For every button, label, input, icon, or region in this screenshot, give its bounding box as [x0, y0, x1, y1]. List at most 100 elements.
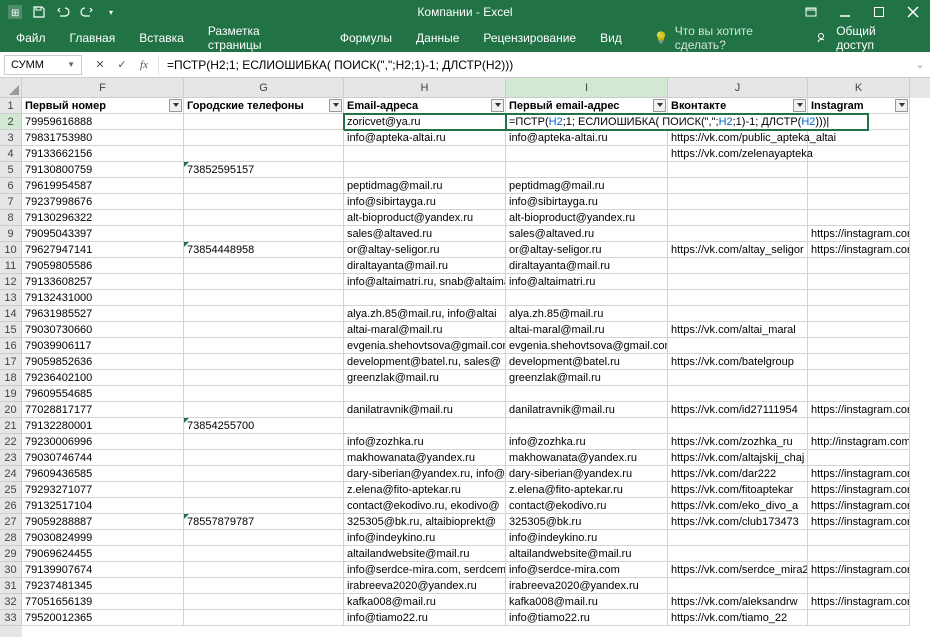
cell-G6[interactable]	[184, 178, 344, 194]
cell-F13[interactable]: 79132431000	[22, 290, 184, 306]
cell-J30[interactable]: https://vk.com/serdce_mira22	[668, 562, 808, 578]
row-header-2[interactable]: 2	[0, 114, 22, 130]
cell-K18[interactable]	[808, 370, 910, 386]
cell-G13[interactable]	[184, 290, 344, 306]
cell-H3[interactable]: info@apteka-altai.ru	[344, 130, 506, 146]
column-header-H[interactable]: H	[344, 78, 506, 98]
cell-F30[interactable]: 79139907674	[22, 562, 184, 578]
cell-I14[interactable]: alya.zh.85@mail.ru	[506, 306, 668, 322]
cell-J18[interactable]	[668, 370, 808, 386]
cell-H27[interactable]: 325305@bk.ru, altaibioprekt@	[344, 514, 506, 530]
cell-K21[interactable]	[808, 418, 910, 434]
header-cell-H[interactable]: Email-адреса	[344, 98, 506, 114]
cell-H9[interactable]: sales@altaved.ru	[344, 226, 506, 242]
cell-J17[interactable]: https://vk.com/batelgroup	[668, 354, 808, 370]
cell-G30[interactable]	[184, 562, 344, 578]
maximize-button[interactable]	[862, 0, 896, 24]
cell-H13[interactable]	[344, 290, 506, 306]
column-header-F[interactable]: F	[22, 78, 184, 98]
cell-G16[interactable]	[184, 338, 344, 354]
cell-H18[interactable]: greenzlak@mail.ru	[344, 370, 506, 386]
row-header-10[interactable]: 10	[0, 242, 22, 258]
cell-I28[interactable]: info@indeykino.ru	[506, 530, 668, 546]
cell-I16[interactable]: evgenia.shehovtsova@gmail.com	[506, 338, 668, 354]
minimize-button[interactable]	[828, 0, 862, 24]
cell-F19[interactable]: 79609554685	[22, 386, 184, 402]
cell-G25[interactable]	[184, 482, 344, 498]
cell-I17[interactable]: development@batel.ru	[506, 354, 668, 370]
cell-K31[interactable]	[808, 578, 910, 594]
cell-J27[interactable]: https://vk.com/club173473	[668, 514, 808, 530]
cell-G8[interactable]	[184, 210, 344, 226]
cell-I8[interactable]: alt-bioproduct@yandex.ru	[506, 210, 668, 226]
cell-J33[interactable]: https://vk.com/tiamo_22	[668, 610, 808, 626]
cell-J26[interactable]: https://vk.com/eko_divo_a	[668, 498, 808, 514]
row-header-23[interactable]: 23	[0, 450, 22, 466]
cell-H15[interactable]: altai-maral@mail.ru	[344, 322, 506, 338]
row-header-26[interactable]: 26	[0, 498, 22, 514]
filter-dropdown-icon[interactable]	[491, 99, 504, 112]
cell-G33[interactable]	[184, 610, 344, 626]
row-header-21[interactable]: 21	[0, 418, 22, 434]
cell-K29[interactable]	[808, 546, 910, 562]
cell-J19[interactable]	[668, 386, 808, 402]
cell-G9[interactable]	[184, 226, 344, 242]
cell-K16[interactable]	[808, 338, 910, 354]
cell-I22[interactable]: info@zozhka.ru	[506, 434, 668, 450]
cell-H24[interactable]: dary-siberian@yandex.ru, info@	[344, 466, 506, 482]
filter-dropdown-icon[interactable]	[653, 99, 666, 112]
cell-I19[interactable]	[506, 386, 668, 402]
cell-G11[interactable]	[184, 258, 344, 274]
cell-K22[interactable]: http://instagram.com	[808, 434, 910, 450]
cell-I3[interactable]: info@apteka-altai.ru	[506, 130, 668, 146]
cell-H32[interactable]: kafka008@mail.ru	[344, 594, 506, 610]
cell-I27[interactable]: 325305@bk.ru	[506, 514, 668, 530]
cell-H16[interactable]: evgenia.shehovtsova@gmail.com	[344, 338, 506, 354]
undo-icon[interactable]	[52, 1, 74, 23]
row-header-12[interactable]: 12	[0, 274, 22, 290]
cell-H23[interactable]: makhowanata@yandex.ru	[344, 450, 506, 466]
column-header-I[interactable]: I	[506, 78, 668, 98]
cell-I29[interactable]: altailandwebsite@mail.ru	[506, 546, 668, 562]
cell-F11[interactable]: 79059805586	[22, 258, 184, 274]
cell-G5[interactable]: 73852595157	[184, 162, 344, 178]
cell-G14[interactable]	[184, 306, 344, 322]
cell-J32[interactable]: https://vk.com/aleksandrw	[668, 594, 808, 610]
cell-I30[interactable]: info@serdce-mira.com	[506, 562, 668, 578]
header-cell-J[interactable]: Вконтакте	[668, 98, 808, 114]
cell-F6[interactable]: 79619954587	[22, 178, 184, 194]
cell-H28[interactable]: info@indeykino.ru	[344, 530, 506, 546]
row-header-4[interactable]: 4	[0, 146, 22, 162]
cell-G2[interactable]	[184, 114, 344, 130]
cell-J5[interactable]	[668, 162, 808, 178]
cell-F2[interactable]: 79959616888	[22, 114, 184, 130]
cell-F18[interactable]: 79236402100	[22, 370, 184, 386]
ribbon-display-icon[interactable]	[794, 0, 828, 24]
grid[interactable]: Первый номерГородские телефоныEmail-адре…	[22, 98, 930, 626]
tab-layout[interactable]: Разметка страницы	[196, 18, 328, 58]
row-header-30[interactable]: 30	[0, 562, 22, 578]
cell-F12[interactable]: 79133608257	[22, 274, 184, 290]
row-header-33[interactable]: 33	[0, 610, 22, 626]
cell-K13[interactable]	[808, 290, 910, 306]
cell-K28[interactable]	[808, 530, 910, 546]
cell-K27[interactable]: https://instagram.com	[808, 514, 910, 530]
cell-H25[interactable]: z.elena@fito-aptekar.ru	[344, 482, 506, 498]
cell-J25[interactable]: https://vk.com/fitoaptekar	[668, 482, 808, 498]
row-header-24[interactable]: 24	[0, 466, 22, 482]
row-header-28[interactable]: 28	[0, 530, 22, 546]
cell-F10[interactable]: 79627947141	[22, 242, 184, 258]
cell-K6[interactable]	[808, 178, 910, 194]
cell-K19[interactable]	[808, 386, 910, 402]
row-header-25[interactable]: 25	[0, 482, 22, 498]
filter-dropdown-icon[interactable]	[895, 99, 908, 112]
cell-H30[interactable]: info@serdce-mira.com, serdcemira	[344, 562, 506, 578]
cell-K32[interactable]: https://instagram.com	[808, 594, 910, 610]
cell-J12[interactable]	[668, 274, 808, 290]
cell-G27[interactable]: 78557879787	[184, 514, 344, 530]
row-header-1[interactable]: 1	[0, 98, 22, 114]
cell-H29[interactable]: altailandwebsite@mail.ru	[344, 546, 506, 562]
cell-F8[interactable]: 79130296322	[22, 210, 184, 226]
filter-dropdown-icon[interactable]	[169, 99, 182, 112]
cell-J15[interactable]: https://vk.com/altai_maral	[668, 322, 808, 338]
